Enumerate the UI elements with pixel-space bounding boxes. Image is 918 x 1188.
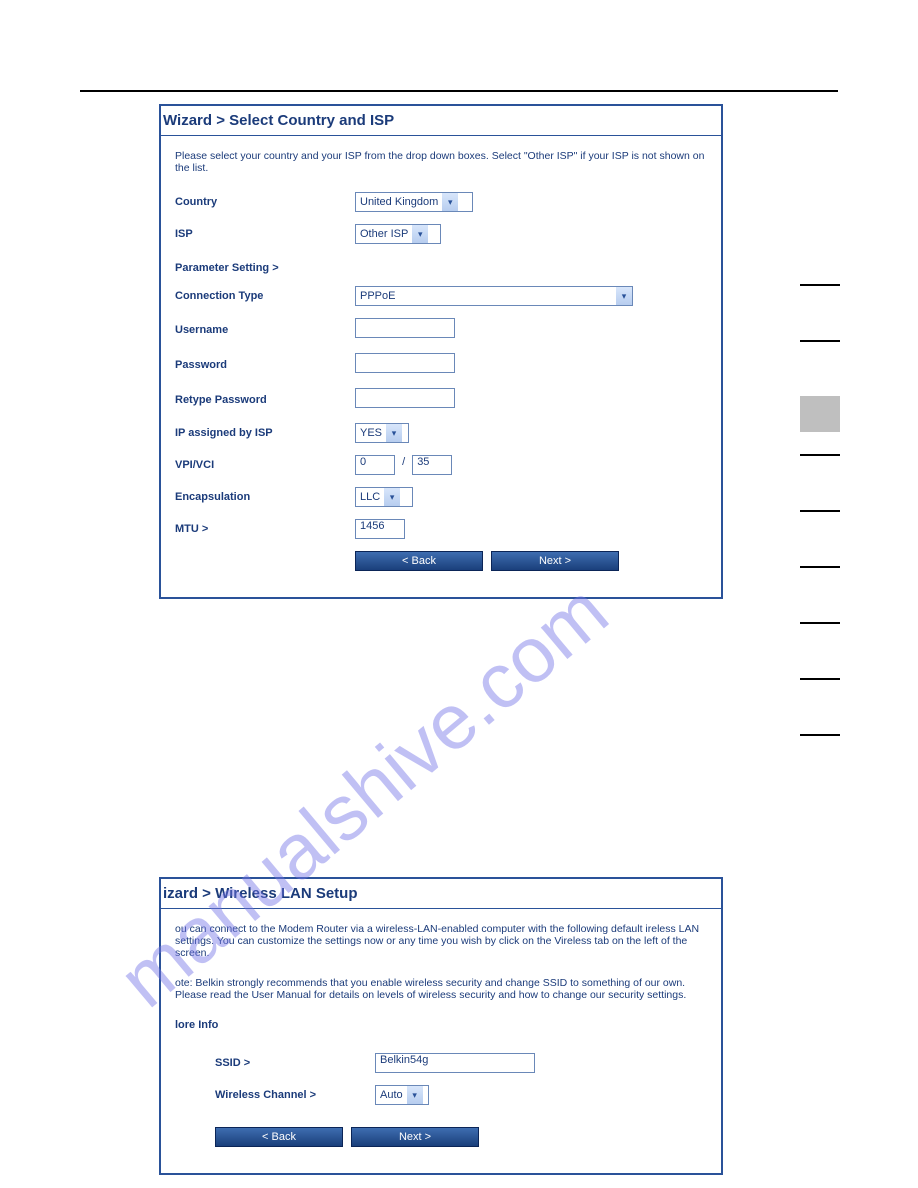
retype-password-label: Retype Password bbox=[175, 394, 355, 406]
wireless-channel-label: Wireless Channel > bbox=[215, 1089, 375, 1101]
next-button[interactable]: Next > bbox=[491, 551, 619, 571]
retype-password-input[interactable] bbox=[355, 388, 455, 408]
panel1-title: Wizard > Select Country and ISP bbox=[161, 106, 721, 136]
connection-type-label: Connection Type bbox=[175, 290, 355, 302]
password-label: Password bbox=[175, 359, 355, 371]
next-button[interactable]: Next > bbox=[351, 1127, 479, 1147]
encapsulation-select[interactable]: LLC ▾ bbox=[355, 487, 413, 507]
chevron-down-icon: ▾ bbox=[407, 1086, 423, 1104]
username-input[interactable] bbox=[355, 318, 455, 338]
ip-assigned-label: IP assigned by ISP bbox=[175, 427, 355, 439]
isp-value: Other ISP bbox=[360, 228, 408, 240]
panel2-instruction-2: ote: Belkin strongly recommends that you… bbox=[175, 977, 707, 1001]
wizard-panel-wlan: izard > Wireless LAN Setup ou can connec… bbox=[159, 877, 723, 1175]
vpi-vci-separator: / bbox=[402, 456, 405, 468]
wizard-panel-isp: Wizard > Select Country and ISP Please s… bbox=[159, 104, 723, 599]
panel2-instruction-1: ou can connect to the Modem Router via a… bbox=[175, 923, 707, 959]
country-label: Country bbox=[175, 196, 355, 208]
parameter-heading: Parameter Setting > bbox=[175, 262, 355, 274]
country-value: United Kingdom bbox=[360, 196, 438, 208]
ssid-label: SSID > bbox=[215, 1057, 375, 1069]
section-tab-marker bbox=[800, 622, 840, 624]
vci-input[interactable]: 35 bbox=[412, 455, 452, 475]
ssid-input[interactable]: Belkin54g bbox=[375, 1053, 535, 1073]
ip-assigned-select[interactable]: YES ▾ bbox=[355, 423, 409, 443]
back-button[interactable]: < Back bbox=[215, 1127, 343, 1147]
mtu-input[interactable]: 1456 bbox=[355, 519, 405, 539]
section-tab-marker bbox=[800, 340, 840, 342]
encapsulation-label: Encapsulation bbox=[175, 491, 355, 503]
wireless-channel-value: Auto bbox=[380, 1089, 403, 1101]
chevron-down-icon: ▾ bbox=[386, 424, 402, 442]
panel1-instruction: Please select your country and your ISP … bbox=[175, 150, 707, 174]
section-tab-marker bbox=[800, 566, 840, 568]
section-tab-marker bbox=[800, 678, 840, 680]
chevron-down-icon: ▾ bbox=[412, 225, 428, 243]
section-tab-marker bbox=[800, 454, 840, 456]
page-section-tabs bbox=[800, 284, 840, 790]
section-tab-active bbox=[800, 396, 840, 432]
connection-type-select[interactable]: PPPoE ▾ bbox=[355, 286, 633, 306]
connection-type-value: PPPoE bbox=[360, 290, 395, 302]
mtu-label: MTU > bbox=[175, 523, 355, 535]
section-tab-marker bbox=[800, 510, 840, 512]
section-tab-marker bbox=[800, 284, 840, 286]
username-label: Username bbox=[175, 324, 355, 336]
back-button[interactable]: < Back bbox=[355, 551, 483, 571]
isp-select[interactable]: Other ISP ▾ bbox=[355, 224, 441, 244]
page-top-rule bbox=[80, 90, 838, 92]
section-tab-marker bbox=[800, 734, 840, 736]
vpi-vci-label: VPI/VCI bbox=[175, 459, 355, 471]
chevron-down-icon: ▾ bbox=[442, 193, 458, 211]
password-input[interactable] bbox=[355, 353, 455, 373]
wireless-channel-select[interactable]: Auto ▾ bbox=[375, 1085, 429, 1105]
isp-label: ISP bbox=[175, 228, 355, 240]
chevron-down-icon: ▾ bbox=[384, 488, 400, 506]
more-info-link[interactable]: lore Info bbox=[175, 1019, 218, 1031]
chevron-down-icon: ▾ bbox=[616, 287, 632, 305]
panel2-title: izard > Wireless LAN Setup bbox=[161, 879, 721, 909]
vpi-input[interactable]: 0 bbox=[355, 455, 395, 475]
encapsulation-value: LLC bbox=[360, 491, 380, 503]
country-select[interactable]: United Kingdom ▾ bbox=[355, 192, 473, 212]
ip-assigned-value: YES bbox=[360, 427, 382, 439]
